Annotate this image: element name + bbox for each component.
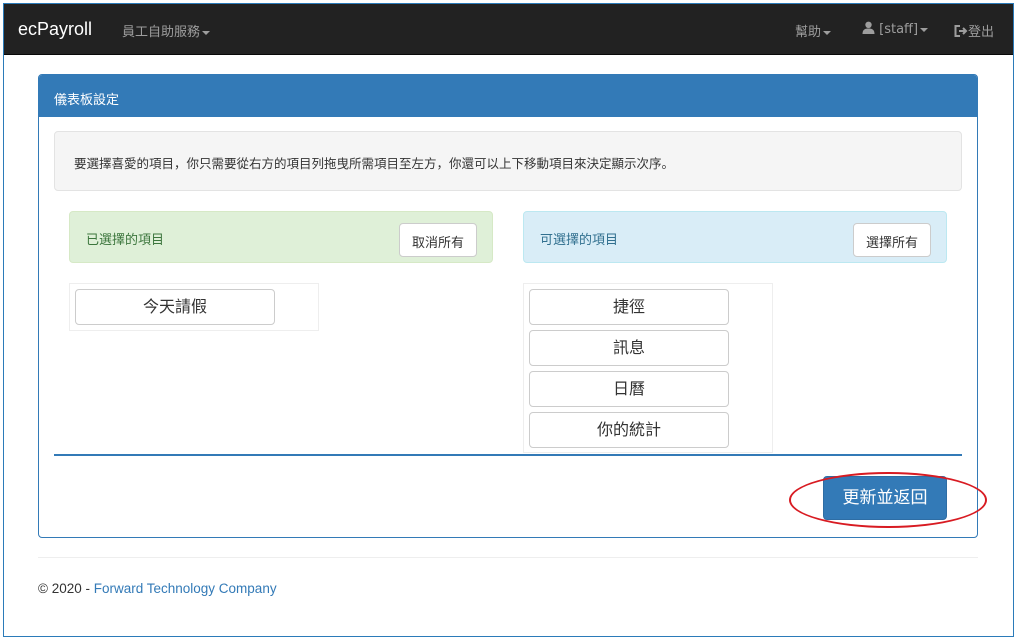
nav-help-label: 幫助 — [795, 25, 822, 40]
footer: © 2020 - Forward Technology Company — [38, 581, 277, 596]
selected-items-header: 已選擇的項目 取消所有 — [69, 211, 493, 263]
nav-self-service-dropdown[interactable]: 員工自助服務 — [122, 21, 211, 40]
list-item[interactable]: 你的統計 — [529, 412, 729, 448]
brand-logo[interactable]: ecPayroll — [18, 19, 92, 40]
deselect-all-button[interactable]: 取消所有 — [398, 223, 477, 257]
chevron-down-icon — [920, 27, 929, 32]
nav-logout-link[interactable]: 登出 — [954, 21, 994, 40]
list-item[interactable]: 捷徑 — [529, 289, 729, 325]
footer-divider — [38, 557, 978, 558]
user-icon — [862, 21, 875, 34]
list-item[interactable]: 今天請假 — [75, 289, 275, 325]
available-items-header: 可選擇的項目 選擇所有 — [523, 211, 947, 263]
footer-copyright: © 2020 - — [38, 581, 94, 596]
logout-icon — [954, 25, 968, 37]
divider — [54, 454, 962, 456]
nav-user-label: [staff] — [879, 22, 919, 37]
nav-user-dropdown[interactable]: [staff] — [862, 21, 929, 37]
available-items-list[interactable]: 捷徑 訊息 日曆 你的統計 — [523, 283, 773, 453]
dashboard-settings-panel: 儀表板設定 要選擇喜愛的項目，你只需要從右方的項目列拖曳所需項目至左方，你還可以… — [38, 74, 978, 538]
highlight-ellipse — [789, 472, 987, 528]
selected-items-list[interactable]: 今天請假 — [69, 283, 319, 331]
list-item[interactable]: 日曆 — [529, 371, 729, 407]
selected-items-title: 已選擇的項目 — [86, 233, 165, 248]
panel-title: 儀表板設定 — [39, 75, 977, 117]
select-all-button[interactable]: 選擇所有 — [852, 223, 931, 257]
top-navbar: ecPayroll 員工自助服務 幫助 [staff] 登出 — [4, 4, 1013, 55]
list-item[interactable]: 訊息 — [529, 330, 729, 366]
footer-company-link[interactable]: Forward Technology Company — [94, 581, 277, 596]
instructions-well: 要選擇喜愛的項目，你只需要從右方的項目列拖曳所需項目至左方，你還可以上下移動項目… — [54, 131, 962, 191]
available-items-title: 可選擇的項目 — [540, 233, 619, 248]
chevron-down-icon — [202, 30, 211, 35]
chevron-down-icon — [823, 30, 832, 35]
nav-self-service-label: 員工自助服務 — [122, 25, 201, 40]
nav-help-dropdown[interactable]: 幫助 — [795, 21, 832, 40]
nav-logout-label: 登出 — [968, 25, 995, 40]
